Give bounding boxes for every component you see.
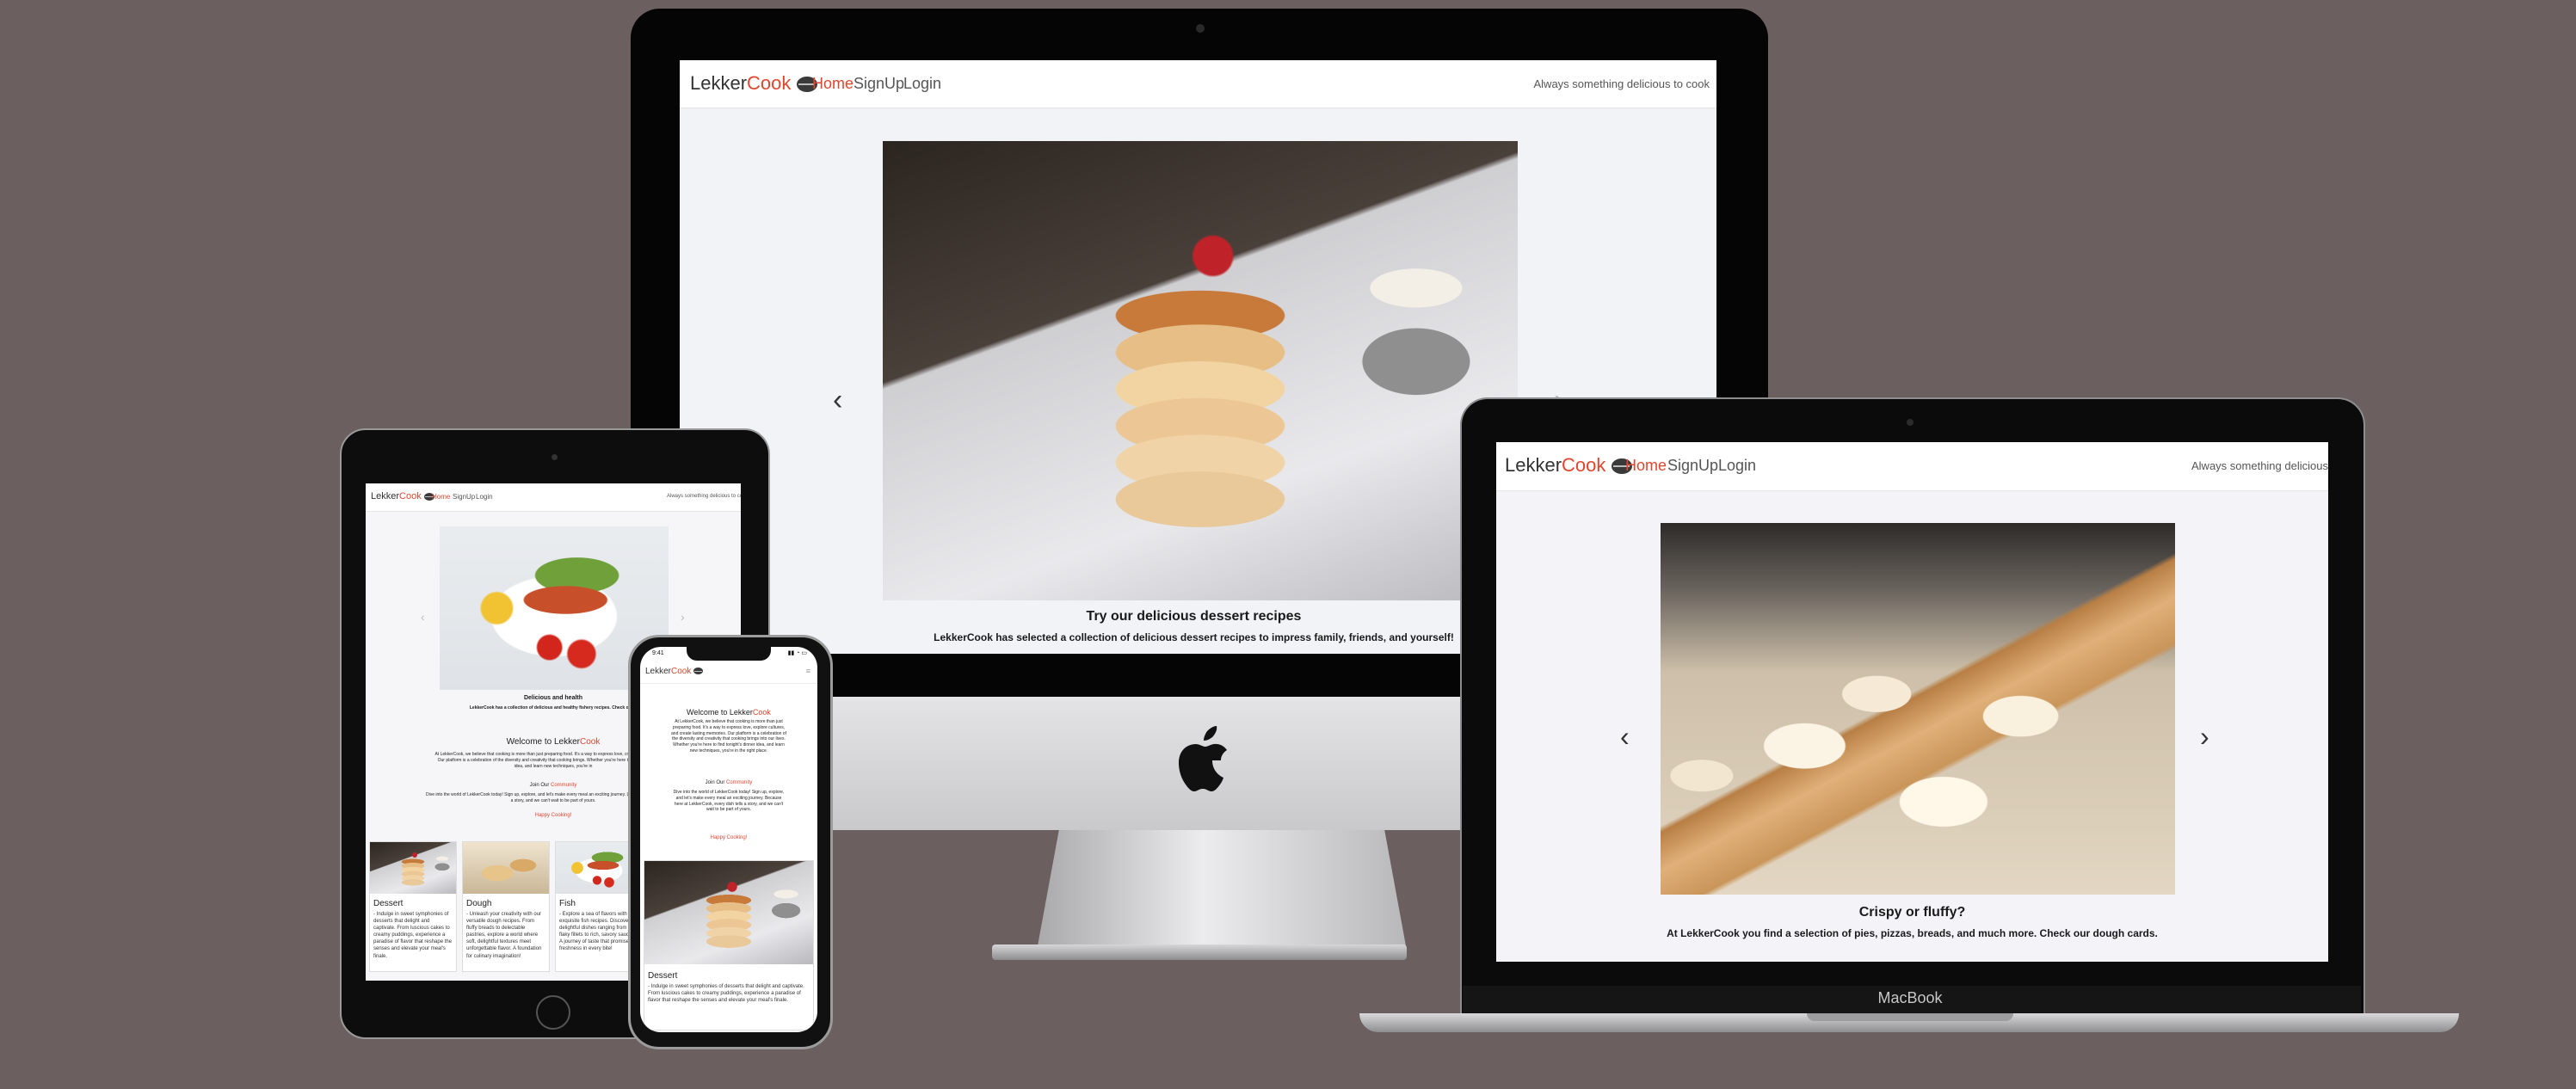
join-text: Dive into the world of LekkerCook today!…	[673, 790, 785, 813]
ipad-camera	[552, 454, 558, 460]
join-heading: Join Our Community	[640, 779, 817, 786]
card-text: - Indulge in sweet symphonies of dessert…	[373, 912, 453, 959]
macbook-notch	[1807, 1013, 2013, 1021]
status-icons: ▮▮ ◔ ▭	[787, 650, 807, 656]
imac-camera	[1196, 24, 1205, 33]
iphone-notch	[687, 647, 771, 661]
nav-login-link[interactable]: Login	[1718, 457, 1756, 475]
logo-text-accent: Cook	[747, 72, 792, 94]
card-text: - Indulge in sweet symphonies of dessert…	[648, 984, 804, 1004]
card-image	[370, 842, 456, 894]
card-image	[463, 842, 549, 894]
nav-home-link[interactable]: Home	[432, 493, 450, 501]
logo-text-accent: Cook	[671, 667, 692, 676]
desktop-logo[interactable]: LekkerCook	[690, 72, 817, 95]
carousel-prev-arrow[interactable]: ‹	[1620, 723, 1630, 750]
recipe-card-dessert[interactable]: Dessert - Indulge in sweet symphonies of…	[644, 860, 814, 1031]
recipe-card-dough[interactable]: Dough - Unleash your creativity with our…	[462, 841, 550, 972]
join-prefix: Join Our	[529, 783, 551, 788]
join-accent: Community	[551, 783, 577, 788]
card-text: - Unleash your creativity with our versa…	[466, 912, 542, 959]
phone-site: 9:41 ▮▮ ◔ ▭ LekkerCook ≡ Welcome to Lekk…	[640, 647, 817, 1032]
nav-home-link[interactable]: Home	[1625, 457, 1667, 475]
card-text: - Explore a sea of flavors with our exqu…	[559, 912, 637, 952]
laptop-logo[interactable]: LekkerCook	[1505, 454, 1632, 477]
logo-text-accent: Cook	[399, 491, 422, 501]
carousel-next-arrow[interactable]: ›	[681, 611, 685, 623]
nav-tagline: Always something delicious to cook	[1533, 77, 1710, 90]
macbook-label: MacBook	[1877, 989, 1943, 1006]
join-prefix: Join Our	[705, 780, 726, 785]
carousel-image-dough	[1661, 523, 2175, 895]
nav-login-link[interactable]: Login	[903, 75, 941, 93]
carousel-caption-title: Crispy or fluffy?	[1858, 905, 1966, 920]
nav-tagline: Always something delicious to cook	[2191, 459, 2328, 472]
logo-text-prefix: Lekker	[645, 667, 672, 676]
desktop-navbar: LekkerCook Home SignUp Login Always some…	[680, 60, 1716, 108]
laptop-site: LekkerCook Home SignUp Login Always some…	[1496, 442, 2328, 962]
pot-icon	[693, 668, 704, 675]
logo-text-accent: Cook	[1562, 454, 1606, 476]
carousel-prev-arrow[interactable]: ‹	[833, 385, 842, 415]
nav-signup-link[interactable]: SignUp	[453, 493, 475, 501]
welcome-brand-accent: Cook	[752, 708, 771, 717]
logo-text-prefix: Lekker	[690, 72, 748, 94]
nav-login-link[interactable]: Login	[476, 493, 493, 501]
imac-foot	[992, 944, 1407, 960]
card-title: Dessert	[648, 971, 678, 981]
carousel-prev-arrow[interactable]: ‹	[421, 611, 425, 623]
carousel-caption-text: At LekkerCook you find a selection of pi…	[1667, 927, 2158, 939]
carousel-image-pancakes	[883, 141, 1518, 600]
welcome-brand-prefix: Lekker	[554, 737, 581, 747]
imac-stand	[1037, 830, 1407, 951]
phone-logo[interactable]: LekkerCook	[645, 667, 704, 676]
recipe-card-dessert[interactable]: Dessert - Indulge in sweet symphonies of…	[369, 841, 457, 972]
nav-home-link[interactable]: Home	[812, 75, 854, 93]
welcome-intro: At LekkerCook, we believe that cooking i…	[671, 719, 786, 754]
ipad-home-button	[536, 995, 570, 1030]
tablet-navbar: LekkerCook Home SignUp Login Always some…	[366, 483, 741, 512]
welcome-prefix: Welcome to	[506, 737, 554, 747]
join-accent: Community	[726, 780, 753, 785]
welcome-brand-accent: Cook	[580, 737, 601, 747]
card-image	[644, 861, 813, 964]
card-title: Fish	[559, 899, 576, 908]
macbook-camera	[1907, 419, 1914, 426]
nav-tagline: Always something delicious to cook	[667, 494, 741, 499]
logo-text-prefix: Lekker	[371, 491, 400, 501]
card-title: Dough	[466, 899, 492, 908]
happy-cooking: Happy Cooking!	[710, 835, 748, 840]
welcome-prefix: Welcome to	[687, 708, 730, 717]
status-time: 9:41	[652, 650, 664, 656]
logo-text-prefix: Lekker	[1505, 454, 1562, 476]
carousel-next-arrow[interactable]: ›	[2200, 723, 2209, 750]
welcome-heading: Welcome to LekkerCook	[640, 707, 817, 717]
nav-signup-link[interactable]: SignUp	[854, 75, 904, 93]
card-title: Dessert	[373, 899, 404, 908]
phone-navbar: LekkerCook ≡	[640, 661, 817, 684]
tablet-logo[interactable]: LekkerCook	[371, 491, 434, 501]
nav-signup-link[interactable]: SignUp	[1667, 457, 1718, 475]
laptop-navbar: LekkerCook Home SignUp Login Always some…	[1496, 442, 2328, 491]
hamburger-menu-icon[interactable]: ≡	[806, 667, 810, 675]
welcome-brand-prefix: Lekker	[729, 708, 753, 717]
apple-logo-icon	[1179, 726, 1227, 791]
